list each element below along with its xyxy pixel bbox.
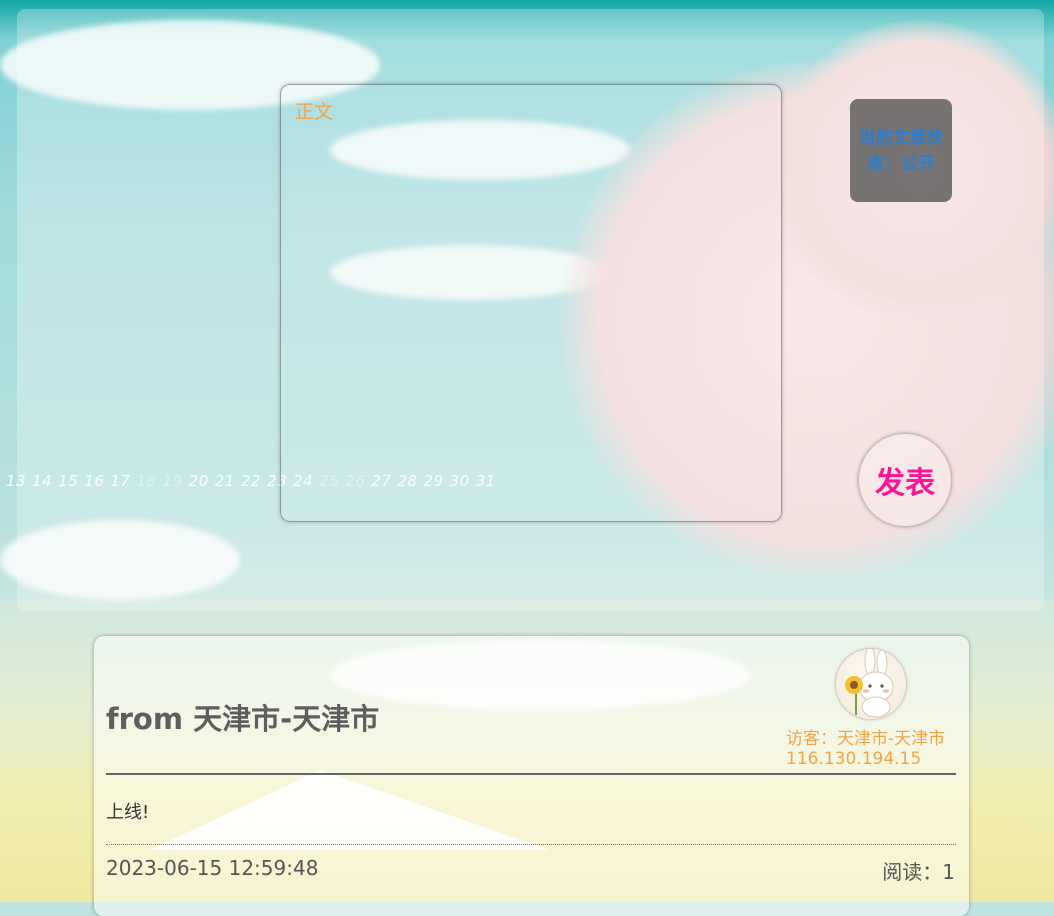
- article-status-indicator: 当前文章状态：公开: [850, 99, 952, 202]
- date-number: 21: [214, 472, 235, 490]
- rabbit-avatar-icon: [845, 649, 894, 718]
- publish-button[interactable]: 发表: [859, 434, 951, 526]
- date-number: 13: [6, 472, 27, 490]
- date-number: 17: [110, 472, 131, 490]
- message-body: 上线!: [106, 802, 150, 823]
- message-card: from 天津市-天津市 访客：天津市-天津市 116.130.194.15 上…: [94, 636, 969, 916]
- message-title: from 天津市-天津市: [106, 702, 380, 736]
- avatar[interactable]: [836, 649, 906, 719]
- visitor-location: 访客：天津市-天津市: [786, 729, 946, 749]
- date-number: 22: [240, 472, 261, 490]
- date-number: 14: [32, 472, 53, 490]
- date-number: 18: [136, 472, 157, 490]
- dotted-divider: [106, 844, 956, 845]
- date-number: 20: [188, 472, 209, 490]
- visitor-ip: 116.130.194.15: [786, 749, 922, 769]
- content-placeholder: 正文: [295, 101, 334, 123]
- publish-label: 发表: [875, 466, 935, 501]
- divider: [106, 773, 956, 775]
- date-number: 15: [58, 472, 79, 490]
- date-number: 16: [84, 472, 105, 490]
- date-number: 19: [162, 472, 183, 490]
- read-count: 阅读：1: [882, 860, 955, 884]
- article-status-text: 当前文章状态：公开: [858, 127, 944, 174]
- content-textarea[interactable]: 正文: [280, 84, 782, 522]
- message-timestamp: 2023-06-15 12:59:48: [106, 856, 319, 880]
